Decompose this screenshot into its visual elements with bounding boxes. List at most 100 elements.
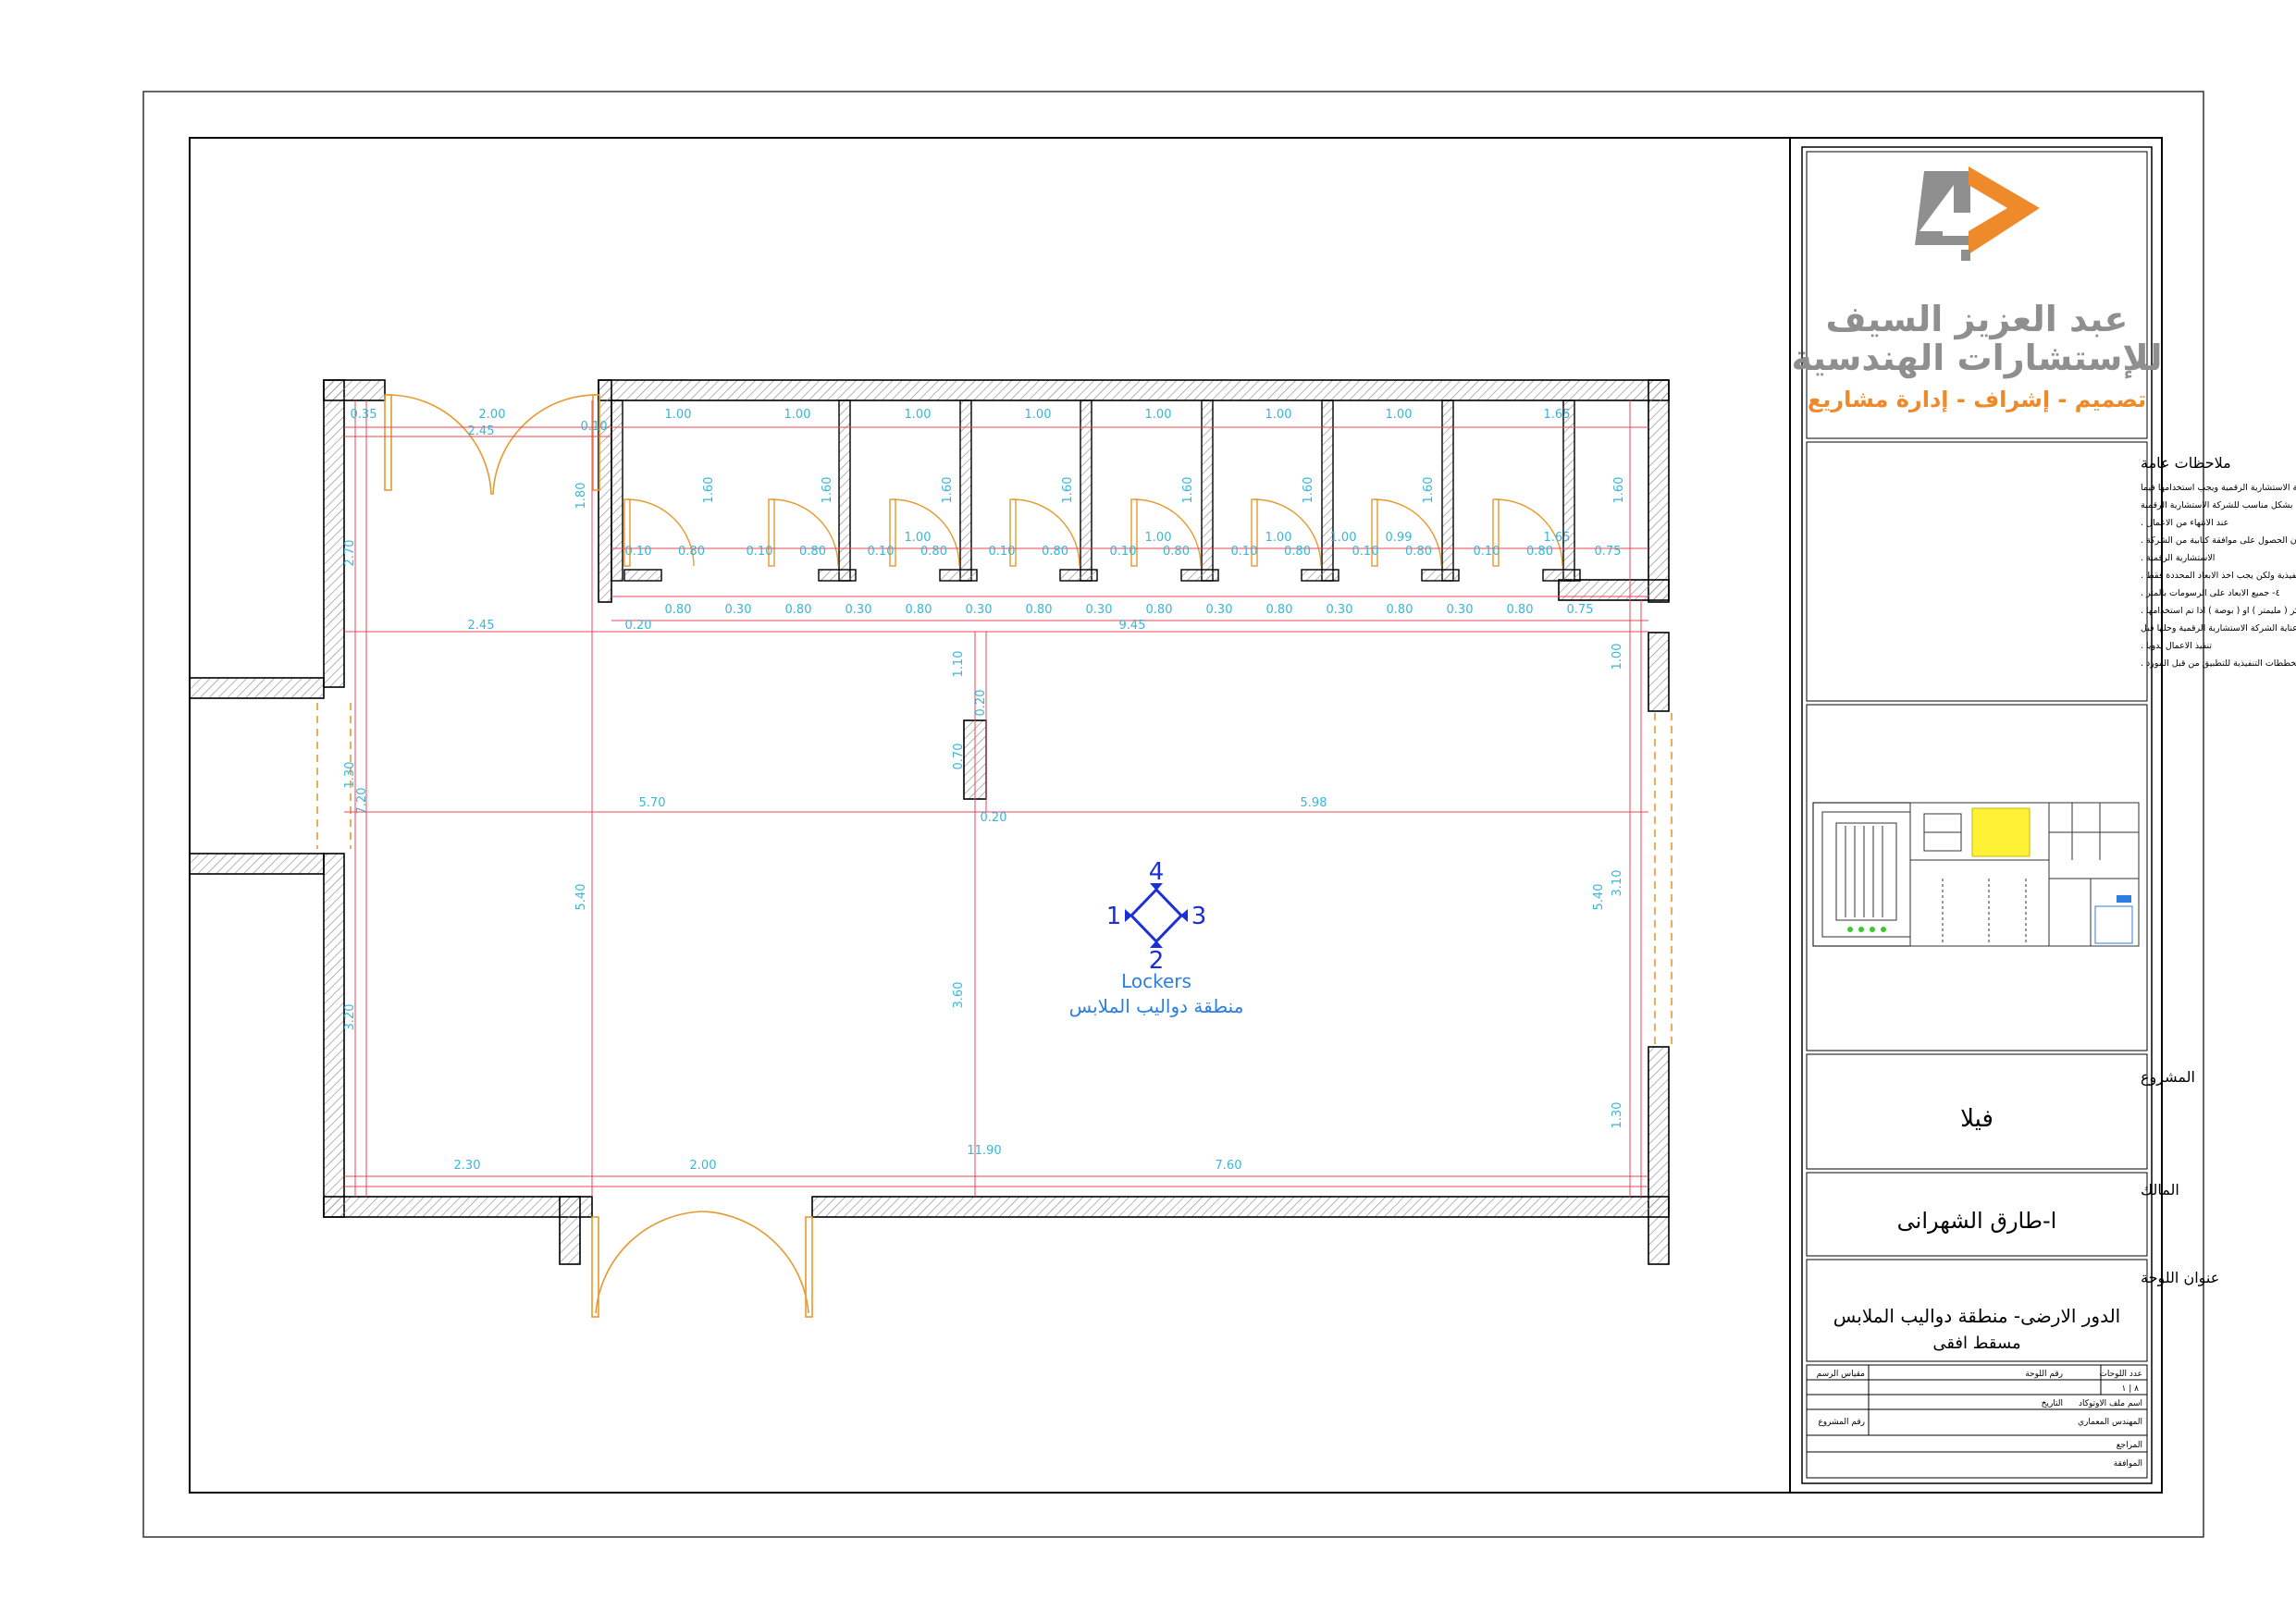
dimension-label: 0.80 bbox=[1026, 603, 1053, 617]
dimension-label: 0.10 bbox=[1352, 545, 1379, 559]
table-sheet-count-label: عدد اللوحات bbox=[2099, 1370, 2142, 1379]
dimension-label: 2.45 bbox=[468, 619, 495, 633]
dimension-label: 1.30 bbox=[343, 762, 357, 789]
view-marker: 4 2 1 3 bbox=[1106, 858, 1207, 975]
dimension-label: 1.65 bbox=[1544, 531, 1571, 545]
sheet-title-line2: مسقط افقى bbox=[1932, 1334, 2020, 1353]
note-line: عند الانتهاء من الاعمال . bbox=[2141, 518, 2228, 528]
table-reviewer-label: المراجع bbox=[2117, 1441, 2142, 1450]
dimension-label: 9.45 bbox=[1119, 619, 1146, 633]
dimension-label: 1.30 bbox=[1611, 1102, 1624, 1129]
wall-top-left bbox=[323, 379, 386, 401]
table-date-label: التاريخ bbox=[2042, 1399, 2063, 1408]
dimension-label: 7.20 bbox=[355, 788, 369, 815]
dimension-label: 0.80 bbox=[665, 603, 692, 617]
note-line: الاستشارية الرقمية . bbox=[2141, 553, 2215, 563]
dimension-label: 0.80 bbox=[920, 545, 947, 559]
dimension-label: 0.30 bbox=[966, 603, 993, 617]
dimension-label: 2.00 bbox=[479, 408, 506, 422]
wall-right-mid-a bbox=[1648, 632, 1670, 712]
wall-bottom-right bbox=[811, 1196, 1670, 1218]
dimension-label: 2.45 bbox=[468, 424, 495, 438]
dimension-label: 0.80 bbox=[906, 603, 932, 617]
wall-bottom-left-post bbox=[559, 1196, 581, 1265]
table-project-no-label: رقم المشروع bbox=[1818, 1418, 1865, 1427]
dimension-label: 1.65 bbox=[1544, 408, 1571, 422]
notes-title: ملاحظات عامة bbox=[2141, 454, 2231, 472]
dimension-label: 0.99 bbox=[1386, 531, 1413, 545]
dimension-label: 3.20 bbox=[343, 1004, 357, 1031]
dimension-label: 0.80 bbox=[1284, 545, 1311, 559]
dimension-label: 5.40 bbox=[574, 884, 588, 911]
dimension-label: 3.60 bbox=[952, 982, 966, 1009]
view-marker-top: 4 bbox=[1149, 858, 1165, 886]
view-marker-right: 3 bbox=[1191, 903, 1207, 930]
dimension-label: 2.00 bbox=[690, 1159, 717, 1173]
dimension-label: 0.80 bbox=[1266, 603, 1293, 617]
table-scale-label: مقياس الرسم bbox=[1817, 1370, 1866, 1379]
dimension-label: 1.00 bbox=[1145, 408, 1172, 422]
dimension-label: 0.10 bbox=[581, 420, 608, 434]
company-logo bbox=[1915, 166, 2040, 261]
dimension-label: 0.80 bbox=[1405, 545, 1432, 559]
dimension-label: 0.10 bbox=[989, 545, 1016, 559]
dimension-label: 0.20 bbox=[981, 811, 1007, 825]
dimension-label: 0.80 bbox=[1526, 545, 1553, 559]
dimension-label: 0.75 bbox=[1567, 603, 1594, 617]
wall-corridor-bottom bbox=[189, 853, 325, 875]
sheet-title-line1: الدور الارضى- منطقة دواليب الملابس bbox=[1833, 1305, 2120, 1327]
note-line: ٦- سيتم اعتماد المخططات التنفيذية للتطبي… bbox=[2141, 658, 2296, 669]
room-name-en: Lockers bbox=[1121, 970, 1191, 992]
wall-right-upper bbox=[1648, 379, 1670, 603]
wall-top-right bbox=[598, 379, 1670, 401]
stall-front-return bbox=[623, 569, 662, 582]
dimension-label: 0.30 bbox=[1447, 603, 1474, 617]
table-designer-label: المهندس المعماري bbox=[2078, 1418, 2142, 1427]
dimension-label: 1.60 bbox=[1181, 477, 1195, 504]
dimension-label: 1.00 bbox=[1386, 408, 1413, 422]
dimension-label: 5.70 bbox=[639, 796, 666, 810]
wall-left-lower bbox=[323, 853, 345, 1218]
view-marker-left: 1 bbox=[1106, 903, 1122, 930]
dimension-label: 0.10 bbox=[868, 545, 895, 559]
wall-left-upper bbox=[323, 379, 345, 688]
dimension-label: 1.60 bbox=[1612, 477, 1626, 504]
note-line: ٣- لايجب قياس الابعاد من الرسومات التنفي… bbox=[2141, 571, 2296, 581]
dimension-label: 0.80 bbox=[1163, 545, 1190, 559]
dimension-label: 0.10 bbox=[1474, 545, 1500, 559]
stall-front-return bbox=[1180, 569, 1219, 582]
stall-front-return bbox=[939, 569, 978, 582]
dimension-label: 1.60 bbox=[1061, 477, 1075, 504]
door-arc-bottom-left bbox=[595, 1211, 704, 1314]
dimension-label: 0.30 bbox=[846, 603, 872, 617]
dimension-label: 1.00 bbox=[1145, 531, 1172, 545]
wall-corridor-top bbox=[189, 677, 325, 699]
dimension-label: 0.20 bbox=[625, 619, 652, 633]
dimension-label: 0.80 bbox=[1042, 545, 1068, 559]
owner-name: ا-طارق الشهرانى bbox=[1897, 1208, 2057, 1234]
wall-right-step bbox=[1558, 579, 1670, 601]
stall-front-return bbox=[1542, 569, 1581, 582]
room-name-ar: منطقة دواليب الملابس bbox=[1069, 995, 1244, 1017]
sheet-title-label: عنوان اللوحة bbox=[2141, 1269, 2219, 1287]
dimension-label: 7.60 bbox=[1216, 1159, 1242, 1173]
dimension-label: 1.60 bbox=[941, 477, 955, 504]
dimension-label: 0.80 bbox=[1387, 603, 1413, 617]
dimension-label: 1.00 bbox=[1330, 531, 1357, 545]
dimension-label: 0.80 bbox=[785, 603, 812, 617]
dimension-label: 1.00 bbox=[784, 408, 811, 422]
stall-front-return bbox=[1301, 569, 1339, 582]
note-line: ملاحظة ( سيتم ذكر ( مليمتر ) او ( بوصة )… bbox=[2141, 606, 2296, 616]
door-arc-top-right bbox=[492, 394, 597, 496]
dimension-label: 0.10 bbox=[1231, 545, 1258, 559]
wall-bottom-left bbox=[323, 1196, 593, 1218]
dimension-label: 1.10 bbox=[952, 651, 966, 678]
stall-front-return bbox=[818, 569, 857, 582]
project-label: المشروع bbox=[2141, 1068, 2195, 1087]
dimension-label: 3.10 bbox=[1611, 870, 1624, 897]
wall-stall-left bbox=[598, 379, 612, 603]
table-approval-label: الموافقة bbox=[2114, 1459, 2142, 1469]
company-name-line1: عبد العزيز السيف bbox=[1826, 299, 2129, 339]
dimension-label: 0.10 bbox=[625, 545, 652, 559]
dimension-label: 1.00 bbox=[905, 408, 932, 422]
